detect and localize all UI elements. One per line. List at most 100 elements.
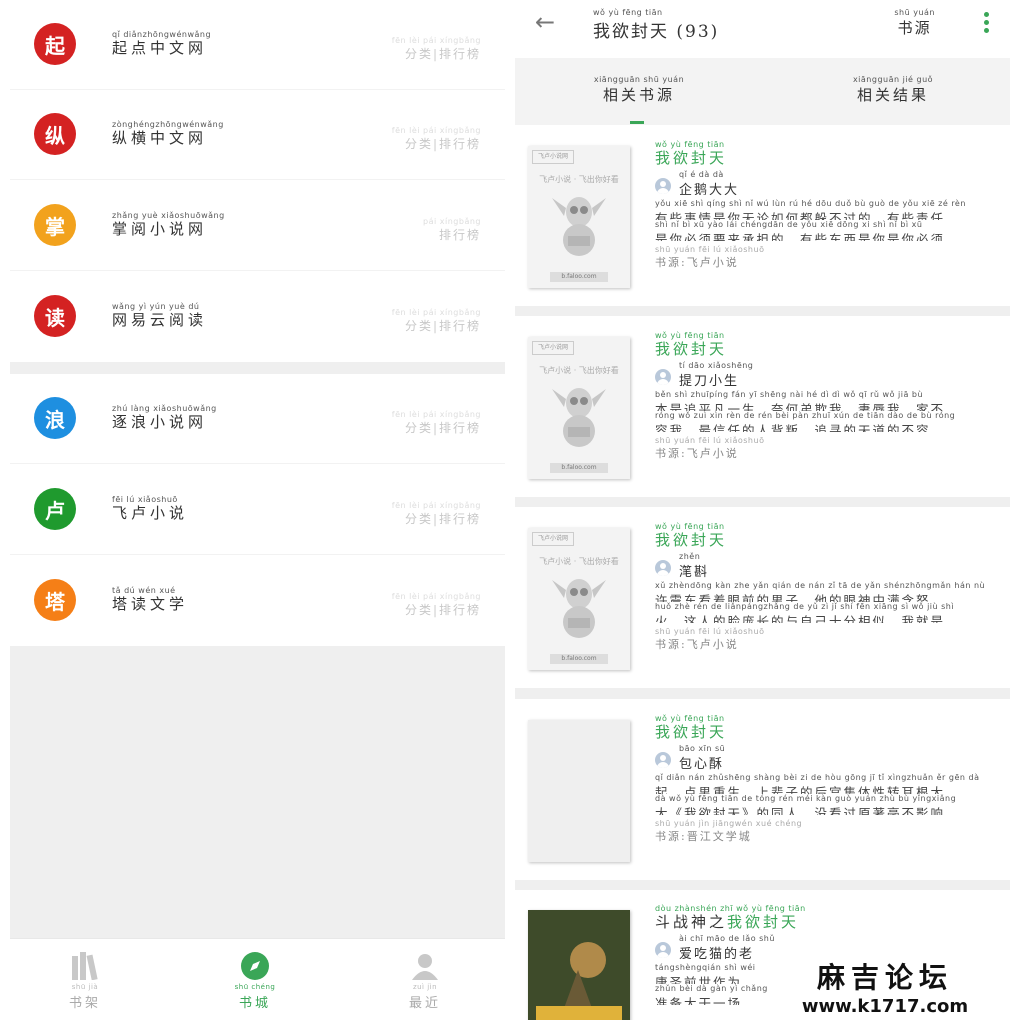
- source-name-pinyin: zhǎng yuè xiǎoshuōwǎng: [112, 211, 225, 220]
- result-card[interactable]: wǒ yù fēng tiān 我欲封天 bāo xīn sū 包心酥 qǐ diǎn …: [515, 700, 1010, 880]
- source-links[interactable]: fēn lèi pái xíngbǎng 分类|排行榜: [392, 36, 481, 62]
- result-card[interactable]: 飞卢小说网 飞卢小说 · 飞出你好看 b.faloo.com wǒ yù fēng t…: [515, 508, 1010, 688]
- nav-shelf-label: 书架: [68, 996, 101, 1011]
- source-links[interactable]: pái xíngbǎng 排行榜: [423, 217, 481, 243]
- section-divider: [10, 362, 505, 374]
- source-links-label: 排行榜: [438, 228, 481, 242]
- cover-slogan: 飞卢小说 · 飞出你好看: [539, 366, 619, 375]
- source-links-label: 分类|排行榜: [404, 603, 481, 617]
- book-store-panel: 起 qǐ diǎnzhōngwénwǎng 起点中文网 fēn lèi pái xín…: [10, 0, 505, 1020]
- watermark-url: www.k1717.com: [801, 996, 969, 1017]
- tab-related-results[interactable]: xiāngguān jié guǒ 相关结果: [793, 75, 993, 105]
- source-links-pinyin: fēn lèi pái xíngbǎng: [391, 410, 481, 419]
- book-info: wǒ yù fēng tiān 我欲封天 qǐ é dà dà 企鹅大大 yǒu xiē…: [655, 140, 1005, 270]
- author-row: bāo xīn sū 包心酥: [655, 743, 1005, 773]
- author-pinyin: tí dāo xiǎoshēng: [679, 361, 754, 370]
- source-links-pinyin: fēn lèi pái xíngbǎng: [391, 126, 481, 135]
- book-cover: [528, 910, 630, 1020]
- tab-related-results-label: 相关结果: [856, 86, 929, 104]
- author-row: qǐ é dà dà 企鹅大大: [655, 169, 1005, 199]
- cover-badge: 飞卢小说网: [532, 532, 574, 546]
- page-title: 我欲封天 (93): [593, 22, 720, 42]
- book-source-button[interactable]: shū yuán 书源: [894, 8, 935, 38]
- source-name-block: qǐ diǎnzhōngwénwǎng 起点中文网: [112, 30, 211, 57]
- desc-line-1: 本是追平凡一生，奈何弟欺我，妻辱我，家不: [655, 402, 946, 411]
- source-name: 网易云阅读: [112, 311, 208, 329]
- nav-recent[interactable]: zuì jìn 最近: [385, 951, 465, 1011]
- author-block: qǐ é dà dà 企鹅大大: [679, 170, 739, 198]
- nav-shelf[interactable]: shū jià 书架: [45, 951, 125, 1011]
- book-title-main: 我欲封天: [655, 723, 728, 741]
- book-cover: 飞卢小说网 飞卢小说 · 飞出你好看 b.faloo.com: [528, 146, 630, 288]
- more-menu-icon[interactable]: [982, 12, 990, 36]
- book-description-2: shì nǐ bì xū yào lái chéngdān de yǒu xiē…: [655, 220, 1005, 241]
- avatar-icon: [655, 369, 671, 385]
- card-separator: [515, 879, 1010, 890]
- source-links[interactable]: fēn lèi pái xíngbǎng 分类|排行榜: [392, 501, 481, 527]
- source-links-pinyin: pái xíngbǎng: [423, 217, 481, 226]
- book-description-2: róng wǒ zuì xìn rèn de rén bèi pàn zhuī …: [655, 411, 1005, 432]
- tab-bar: xiāngguān shū yuán 相关书源 xiāngguān jié gu…: [515, 58, 1010, 125]
- empty-area: [10, 646, 505, 938]
- source-links[interactable]: fēn lèi pái xíngbǎng 分类|排行榜: [392, 308, 481, 334]
- source-row[interactable]: 读 wǎng yì yún yuè dú 网易云阅读 fēn lèi pái xíng…: [10, 272, 505, 362]
- source-icon-glyph: 浪: [45, 407, 65, 432]
- nav-store[interactable]: shū chéng 书城: [215, 951, 295, 1011]
- book-source-pinyin: shū yuán fēi lú xiǎoshuō: [655, 627, 765, 636]
- mascot-icon: [552, 579, 606, 638]
- author-block: ài chī māo de lǎo shǔ 爱吃猫的老: [679, 934, 775, 962]
- nav-store-label: 书城: [238, 996, 271, 1011]
- author-name: 企鹅大大: [679, 183, 740, 198]
- cover-slogan: 飞卢小说 · 飞出你好看: [539, 175, 619, 184]
- source-links[interactable]: fēn lèi pái xíngbǎng 分类|排行榜: [392, 592, 481, 618]
- nav-recent-label: 最近: [408, 996, 441, 1011]
- source-name: 塔读文学: [112, 595, 189, 613]
- source-row[interactable]: 浪 zhú làng xiǎoshuōwǎng 逐浪小说网 fēn lèi pái x…: [10, 374, 505, 464]
- source-row[interactable]: 起 qǐ diǎnzhōngwénwǎng 起点中文网 fēn lèi pái xín…: [10, 0, 505, 90]
- desc-line-2: 火，这人的脸庞长的与自己十分相似。我就是...: [655, 614, 963, 623]
- book-source-pinyin: shū yuán fēi lú xiǎoshuō: [655, 436, 765, 445]
- cover-badge: 飞卢小说网: [532, 341, 574, 355]
- desc-pinyin-1: yǒu xiē shì qíng shì nǐ wú lùn rú hé dōu…: [655, 199, 966, 208]
- author-pinyin: ài chī māo de lǎo shǔ: [679, 934, 775, 943]
- tab-related-sources[interactable]: xiāngguān shū yuán 相关书源: [539, 75, 739, 105]
- author-name: 提刀小生: [679, 374, 740, 389]
- book-description: xǔ zhèndōng kàn zhe yǎn qián de nán zǐ t…: [655, 581, 1005, 602]
- back-arrow-icon[interactable]: ←: [535, 10, 559, 34]
- result-card[interactable]: 飞卢小说网 飞卢小说 · 飞出你好看 b.faloo.com wǒ yù fēng t…: [515, 317, 1010, 497]
- source-row[interactable]: 纵 zònghéngzhōngwénwǎng 纵横中文网 fēn lèi pái xí…: [10, 90, 505, 180]
- book-title-prefix: 斗战神之: [655, 913, 728, 931]
- desc-line-1: 有些事情是你无论如何都躲不过的。有些责任: [655, 211, 946, 220]
- source-icon-glyph: 卢: [45, 498, 65, 523]
- source-name-block: tǎ dú wén xué 塔读文学: [112, 586, 188, 613]
- book-title: 我欲封天: [655, 723, 1005, 741]
- cover-badge: 飞卢小说网: [532, 150, 574, 164]
- source-row[interactable]: 卢 fēi lú xiǎoshuō 飞卢小说 fēn lèi pái xíngbǎng…: [10, 465, 505, 555]
- watermark-title: 麻吉论坛: [816, 961, 953, 994]
- result-card[interactable]: 飞卢小说网 飞卢小说 · 飞出你好看 b.faloo.com wǒ yù fēng t…: [515, 126, 1010, 306]
- desc-line-1: 许震东看着眼前的男子，他的眼神中满含怒: [655, 593, 931, 602]
- source-name: 纵横中文网: [112, 129, 208, 147]
- book-source: 书源:飞卢小说: [655, 447, 739, 460]
- source-name: 掌阅小说网: [112, 220, 208, 238]
- book-title: 我欲封天: [655, 531, 1005, 549]
- source-links-label: 分类|排行榜: [404, 512, 481, 526]
- book-cover: 飞卢小说网 飞卢小说 · 飞出你好看 b.faloo.com: [528, 337, 630, 479]
- nav-store-pinyin: shū chéng: [234, 983, 276, 991]
- source-row[interactable]: 塔 tǎ dú wén xué 塔读文学 fēn lèi pái xíngbǎng 分类…: [10, 556, 505, 646]
- zongheng-logo-icon: 纵: [34, 113, 76, 155]
- source-icon-glyph: 掌: [45, 214, 65, 239]
- source-name-pinyin: qǐ diǎnzhōngwénwǎng: [112, 30, 212, 39]
- nav-shelf-pinyin: shū jià: [71, 983, 99, 991]
- watermark: 麻吉论坛 www.k1717.com: [800, 956, 970, 1017]
- source-icon-glyph: 读: [45, 305, 65, 330]
- desc-pinyin-1: qǐ diǎn nán zhǔshēng shàng bèi zi de hòu…: [655, 773, 980, 782]
- source-links[interactable]: fēn lèi pái xíngbǎng 分类|排行榜: [392, 126, 481, 152]
- screenshot-root: 起 qǐ diǎnzhōngwénwǎng 起点中文网 fēn lèi pái xín…: [0, 0, 1020, 1020]
- source-links-label: 分类|排行榜: [404, 137, 481, 151]
- source-icon-glyph: 起: [45, 33, 65, 58]
- source-row[interactable]: 掌 zhǎng yuè xiǎoshuōwǎng 掌阅小说网 pái xíngbǎng…: [10, 181, 505, 271]
- cover-url: b.faloo.com: [550, 654, 608, 664]
- source-links[interactable]: fēn lèi pái xíngbǎng 分类|排行榜: [392, 410, 481, 436]
- source-name-block: zhú làng xiǎoshuōwǎng 逐浪小说网: [112, 404, 217, 431]
